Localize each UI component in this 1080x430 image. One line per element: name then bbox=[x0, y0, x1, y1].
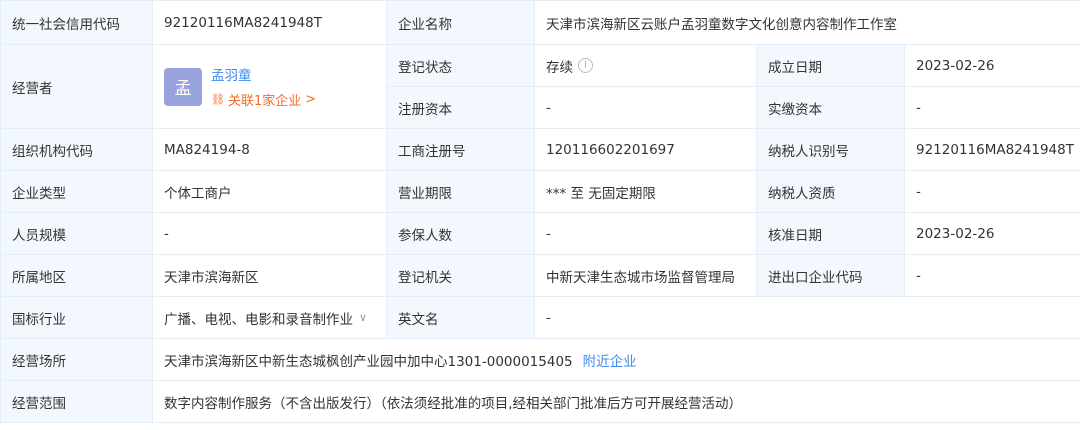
taxpayer-id-label: 纳税人识别号 bbox=[757, 129, 905, 171]
region-label: 所属地区 bbox=[1, 255, 153, 297]
company-type-label: 企业类型 bbox=[1, 171, 153, 213]
english-name-value: - bbox=[535, 297, 1080, 339]
biz-reg-no-value: 120116602201697 bbox=[535, 129, 757, 171]
reg-capital-value: - bbox=[535, 87, 757, 129]
scope-label: 经营范围 bbox=[1, 381, 153, 423]
insured-label: 参保人数 bbox=[387, 213, 535, 255]
taxpayer-qual-label: 纳税人资质 bbox=[757, 171, 905, 213]
address-value: 天津市滨海新区中新生态城枫创产业园中加中心1301-0000015405 bbox=[164, 353, 573, 370]
reg-status-value: 存续 bbox=[546, 59, 573, 76]
approval-date-value: 2023-02-26 bbox=[905, 213, 1080, 255]
reg-capital-label: 注册资本 bbox=[387, 87, 535, 129]
import-export-value: - bbox=[905, 255, 1080, 297]
related-companies-link[interactable]: ⛓ 关联1家企业 > bbox=[211, 90, 316, 109]
org-code-label: 组织机构代码 bbox=[1, 129, 153, 171]
industry-value: 广播、电视、电影和录音制作业 bbox=[164, 311, 353, 328]
info-icon[interactable]: i bbox=[578, 58, 593, 73]
scope-value: 数字内容制作服务（不含出版发行）（依法须经批准的项目,经相关部门批准后方可开展经… bbox=[153, 381, 1080, 423]
related-companies-text: 关联1家企业 bbox=[227, 94, 302, 109]
paid-capital-label: 实缴资本 bbox=[757, 87, 905, 129]
region-value: 天津市滨海新区 bbox=[153, 255, 387, 297]
operator-name-link[interactable]: 孟羽童 bbox=[211, 64, 316, 84]
founded-value: 2023-02-26 bbox=[905, 45, 1080, 87]
approval-date-label: 核准日期 bbox=[757, 213, 905, 255]
address-cell: 天津市滨海新区中新生态城枫创产业园中加中心1301-0000015405 附近企… bbox=[153, 339, 1080, 381]
taxpayer-id-value: 92120116MA8241948T bbox=[905, 129, 1080, 171]
reg-status-cell: 存续 i bbox=[535, 45, 757, 87]
company-name-value: 天津市滨海新区云账户孟羽童数字文化创意内容制作工作室 bbox=[535, 1, 1080, 45]
taxpayer-qual-value: - bbox=[905, 171, 1080, 213]
industry-cell[interactable]: 广播、电视、电影和录音制作业 ∨ bbox=[153, 297, 387, 339]
staff-size-label: 人员规模 bbox=[1, 213, 153, 255]
import-export-label: 进出口企业代码 bbox=[757, 255, 905, 297]
biz-term-value: *** 至 无固定期限 bbox=[535, 171, 757, 213]
company-name-label: 企业名称 bbox=[387, 1, 535, 45]
nearby-companies-link[interactable]: 附近企业 bbox=[583, 350, 637, 370]
company-type-value: 个体工商户 bbox=[153, 171, 387, 213]
credit-code-label: 统一社会信用代码 bbox=[1, 1, 153, 45]
reg-status-label: 登记状态 bbox=[387, 45, 535, 87]
biz-term-label: 营业期限 bbox=[387, 171, 535, 213]
credit-code-value: 92120116MA8241948T bbox=[153, 1, 387, 45]
chevron-right-icon: > bbox=[305, 92, 317, 107]
insured-value: - bbox=[535, 213, 757, 255]
address-label: 经营场所 bbox=[1, 339, 153, 381]
org-code-value: MA824194-8 bbox=[153, 129, 387, 171]
industry-label: 国标行业 bbox=[1, 297, 153, 339]
biz-reg-no-label: 工商注册号 bbox=[387, 129, 535, 171]
staff-size-value: - bbox=[153, 213, 387, 255]
avatar: 孟 bbox=[164, 67, 202, 106]
reg-authority-label: 登记机关 bbox=[387, 255, 535, 297]
relation-icon: ⛓ bbox=[211, 93, 225, 106]
chevron-down-icon[interactable]: ∨ bbox=[359, 311, 367, 324]
paid-capital-value: - bbox=[905, 87, 1080, 129]
english-name-label: 英文名 bbox=[387, 297, 535, 339]
operator-label: 经营者 bbox=[1, 45, 153, 129]
founded-label: 成立日期 bbox=[757, 45, 905, 87]
company-info-table: 统一社会信用代码 92120116MA8241948T 企业名称 天津市滨海新区… bbox=[0, 0, 1080, 423]
operator-cell: 孟 孟羽童 ⛓ 关联1家企业 > bbox=[153, 45, 387, 129]
reg-authority-value: 中新天津生态城市场监督管理局 bbox=[535, 255, 757, 297]
